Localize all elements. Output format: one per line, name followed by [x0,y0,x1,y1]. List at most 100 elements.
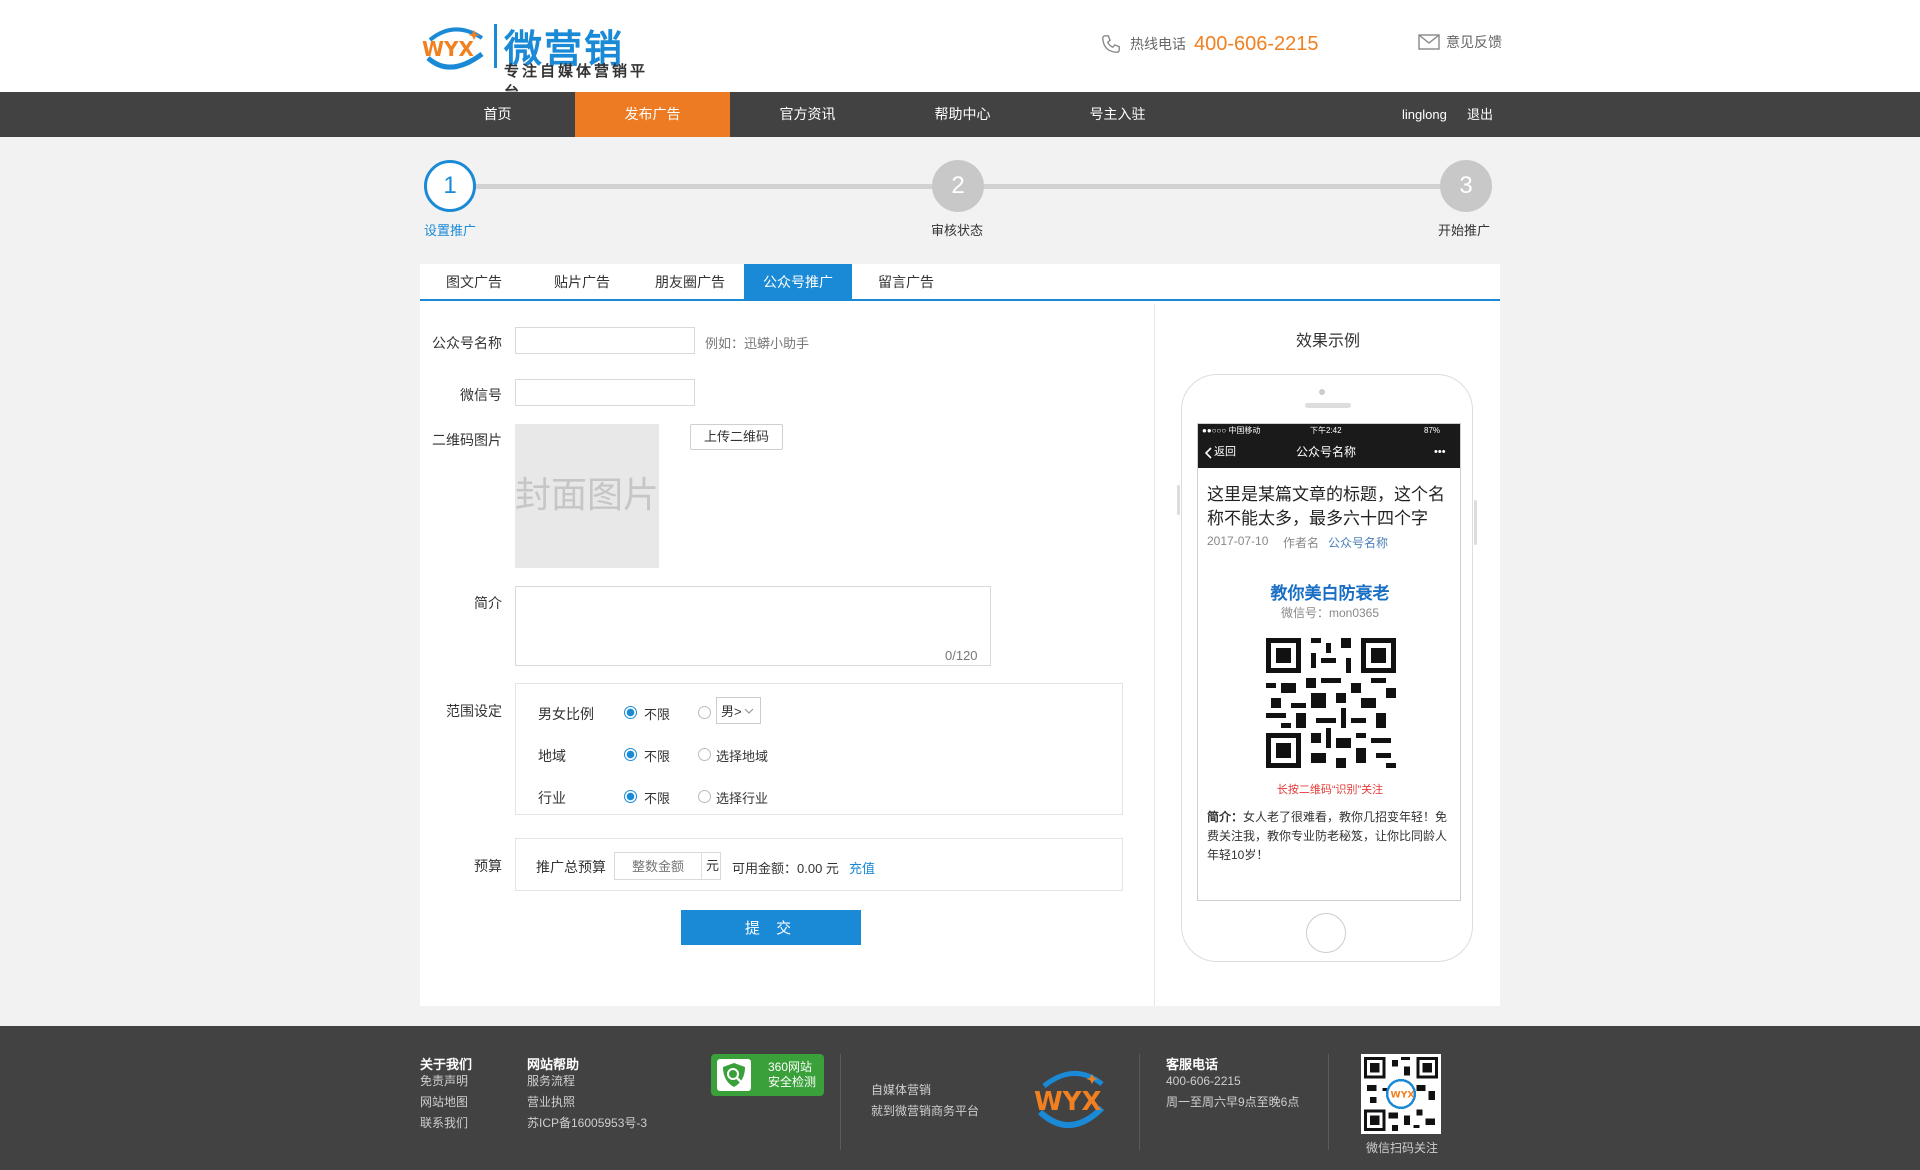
footer-qr-caption: 微信扫码关注 [1366,1141,1439,1155]
wechat-titlebar: 返回 公众号名称 ••• [1198,437,1460,468]
footer-service-phone: 400-606-2215 [1166,1074,1241,1088]
submit-button[interactable]: 提 交 [681,910,861,945]
region-select-radio[interactable] [698,748,711,761]
footer-divider [1328,1054,1329,1150]
step-2-circle: 2 [932,160,984,212]
logo-mark-icon: WYX [422,27,484,70]
account-name-input[interactable] [515,327,695,354]
status-carrier: ●●○○○ 中国移动 [1202,426,1261,435]
budget-input-group: 元 [614,852,721,880]
step-connector [474,184,934,189]
scan-tip: 长按二维码“识别”关注 [1276,784,1384,796]
article-date: 2017-07-10 [1207,534,1269,548]
article-author: 作者名 [1283,536,1320,550]
account-wechat-id: 微信号：mon0365 [1280,606,1380,620]
industry-label: 行业 [538,790,566,806]
qrcode-placeholder: 封面图片 [515,424,659,568]
titlebar-account-name: 公众号名称 [1296,445,1357,459]
qrcode-label: 二维码图片 [432,432,502,448]
tab-comment-ad[interactable]: 留言广告 [852,264,960,300]
site-logo[interactable]: WYX 微营销 专注自媒体营销平台 [420,16,660,101]
security-badge[interactable]: 360网站 安全检测 [711,1054,824,1096]
tab-image-text-ad[interactable]: 图文广告 [420,264,528,300]
nav-item-home[interactable]: 首页 [420,92,575,137]
footer-link-sitemap[interactable]: 网站地图 [420,1092,468,1113]
panel-divider [1154,304,1155,1006]
footer-qrcode-image: WYX [1361,1054,1441,1134]
mail-icon [1418,34,1440,50]
nav-item-news[interactable]: 官方资讯 [730,92,885,137]
intro-textarea[interactable] [515,586,991,666]
region-unlimited-label: 不限 [644,749,671,764]
intro-label: 简介 [474,595,502,611]
footer-divider [1139,1054,1140,1150]
industry-select-label[interactable]: 选择行业 [716,788,768,807]
status-time: 下午2:42 [1310,426,1342,435]
tab-sticker-ad[interactable]: 贴片广告 [528,264,636,300]
badge-line1: 360网站 [768,1060,813,1074]
site-footer: 关于我们 免责声明 网站地图 联系我们 网站帮助 服务流程 营业执照 苏ICP备… [0,1026,1920,1170]
step-3-circle: 3 [1440,160,1492,212]
phone-screen: ●●○○○ 中国移动 下午2:42 87% 返回 公众号名称 ••• 这里是某篇… [1197,423,1461,901]
preview-title: 效果示例 [1296,333,1361,350]
footer-link-disclaimer[interactable]: 免责声明 [420,1071,468,1092]
step-connector [984,184,1442,189]
upload-qrcode-button[interactable]: 上传二维码 [690,424,783,450]
tab-official-account[interactable]: 公众号推广 [744,264,852,300]
nav-item-publish-ad[interactable]: 发布广告 [575,92,730,137]
more-icon: ••• [1434,446,1446,458]
article-account: 公众号名称 [1328,536,1389,550]
gender-unlimited-radio[interactable] [624,706,637,719]
region-select-label[interactable]: 选择地域 [716,746,768,765]
budget-unit: 元 [701,853,723,879]
main-panel: 图文广告 贴片广告 朋友圈广告 公众号推广 留言广告 公众号名称 例如：迅蟒小助… [420,264,1500,1006]
phone-camera [1319,389,1325,395]
gender-select[interactable]: 男> [716,697,761,724]
region-unlimited-radio[interactable] [624,748,637,761]
back-label: 返回 [1214,446,1236,458]
budget-label: 预算 [474,858,502,874]
article-title: 这里是某篇文章的标题，这个名称不能太多，最多六十四个字 [1207,485,1445,528]
footer-slogan-2: 就到微营销商务平台 [871,1104,980,1118]
scope-label: 范围设定 [446,703,502,719]
intro-counter: 0/120 [945,648,978,663]
footer-link-license[interactable]: 营业执照 [527,1092,575,1113]
phone-side-button [1177,485,1180,515]
footer-link-process[interactable]: 服务流程 [527,1071,575,1092]
feedback-link[interactable]: 意见反馈 [1418,32,1502,52]
phone-home-button [1306,913,1346,953]
recharge-link[interactable]: 充值 [849,858,875,877]
nav-item-join[interactable]: 号主入驻 [1040,92,1195,137]
footer-link-icp[interactable]: 苏ICP备16005953号-3 [527,1113,647,1134]
account-intro: 简介：女人老了很难看，教你几招变年轻！免费关注我，教你专业防老秘笈，让你比同龄人… [1207,808,1457,865]
status-battery: 87% [1424,426,1441,435]
svg-text:WYX: WYX [1034,1087,1102,1117]
logout-link[interactable]: 退出 [1467,92,1493,137]
site-header: WYX 微营销 专注自媒体营销平台 热线电话 400-606-2215 意见反馈 [0,0,1920,101]
svg-text:WYX: WYX [1391,1090,1415,1101]
account-display-name: 教你美白防衰老 [1270,584,1390,603]
tab-moments-ad[interactable]: 朋友圈广告 [636,264,744,300]
nav-username[interactable]: linglong [1402,92,1447,137]
main-nav: 首页 发布广告 官方资讯 帮助中心 号主入驻 linglong 退出 [0,92,1920,137]
phone-mockup: ●●○○○ 中国移动 下午2:42 87% 返回 公众号名称 ••• 这里是某篇… [1177,374,1477,962]
gender-custom-radio[interactable] [698,706,711,719]
gender-label: 男女比例 [538,706,594,722]
footer-service-hours: 周一至周六早9点至晚6点 [1166,1095,1300,1109]
nav-item-help[interactable]: 帮助中心 [885,92,1040,137]
hotline-label: 热线电话 [1130,36,1186,52]
industry-unlimited-radio[interactable] [624,790,637,803]
shield-icon [717,1059,751,1091]
qrcode-image [1266,638,1396,768]
step-1-circle: 1 [424,160,476,212]
footer-divider [840,1054,841,1150]
account-name-hint: 例如：迅蟒小助手 [705,336,810,351]
phone-statusbar: ●●○○○ 中国移动 下午2:42 87% [1198,424,1460,437]
industry-select-radio[interactable] [698,790,711,803]
budget-box: 推广总预算 元 可用金额：0.00 元 充值 [515,838,1123,891]
gender-select-value: 男> [721,704,742,719]
account-name-label: 公众号名称 [432,335,502,351]
budget-amount-input[interactable] [615,853,701,879]
footer-link-contact[interactable]: 联系我们 [420,1113,468,1134]
wechat-id-input[interactable] [515,379,695,406]
